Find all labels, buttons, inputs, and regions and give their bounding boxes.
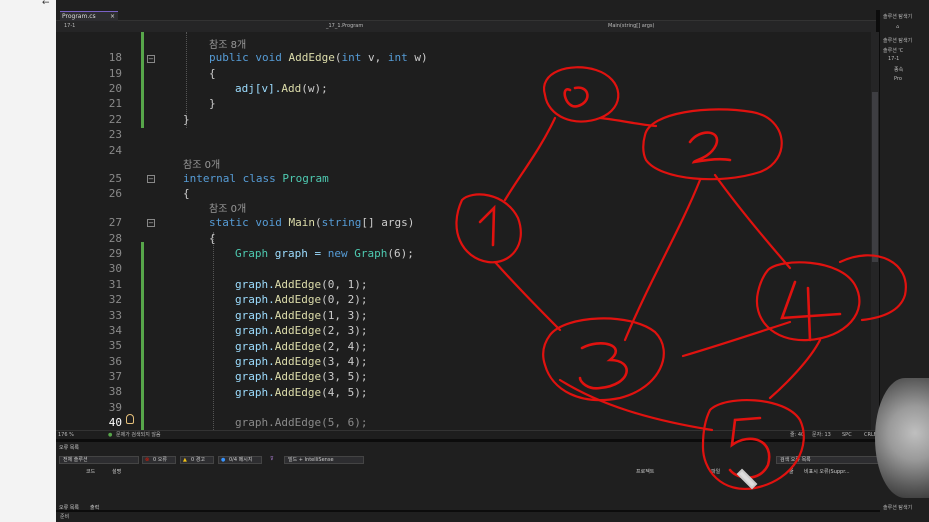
node-circle-1 [455, 193, 522, 264]
node-circle-0 [542, 66, 620, 123]
edge-0-2 [598, 116, 658, 128]
edge-4-5 [768, 338, 822, 400]
edge-0-1 [503, 116, 557, 202]
edge-3-4 [681, 320, 792, 358]
node-circle-4 [755, 254, 907, 342]
edge-3-5 [558, 378, 714, 432]
digit-1 [478, 204, 496, 247]
edge-2-3 [623, 178, 702, 342]
pen-cursor-icon [736, 468, 758, 490]
node-circle-5 [701, 399, 805, 491]
node-circle-2 [642, 108, 783, 181]
digit-4 [780, 280, 842, 342]
digit-0 [563, 86, 589, 108]
digit-2 [688, 131, 732, 164]
digit-3 [578, 342, 628, 390]
handwritten-graph-drawing [455, 66, 907, 491]
edge-2-4 [713, 173, 792, 270]
digit-5 [728, 416, 771, 479]
edge-1-3 [493, 260, 562, 332]
